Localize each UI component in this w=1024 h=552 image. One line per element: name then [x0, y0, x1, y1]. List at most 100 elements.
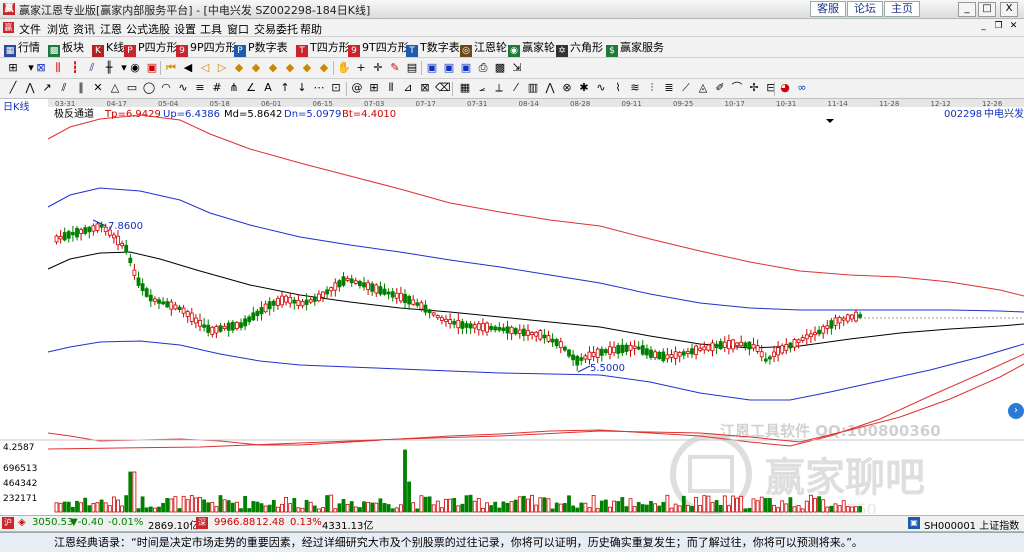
print-icon[interactable]: ⎙ — [476, 61, 490, 75]
square-tool-icon[interactable]: ⊞ — [367, 81, 381, 95]
plus-icon[interactable]: + — [354, 61, 368, 75]
menu-file[interactable]: 文件 — [19, 21, 41, 37]
nav-button-1[interactable]: ▩ 板块 — [48, 40, 84, 57]
candle-style-icon[interactable]: ⫼ — [51, 61, 65, 75]
infinity-icon[interactable]: ∞ — [795, 81, 809, 95]
pen-tool-icon[interactable]: ✐ — [713, 81, 727, 95]
line-style-icon[interactable]: ⫽ — [85, 61, 99, 75]
zigzag-tool-icon[interactable]: ⋀ — [543, 81, 557, 95]
nav-button-4[interactable]: 9 9P四方形 — [176, 40, 237, 57]
screen-3-icon[interactable]: ▣ — [459, 61, 473, 75]
rect-tool-icon[interactable]: ▭ — [125, 81, 139, 95]
homepage-link[interactable]: 主页 — [884, 1, 920, 17]
circle-indicator-icon[interactable]: ◉ — [128, 61, 142, 75]
diamond-3-icon[interactable]: ◆ — [266, 61, 280, 75]
nav-button-9[interactable]: ◎ 江恩轮 — [460, 40, 507, 57]
color-wheel-icon[interactable]: ◕ — [778, 81, 792, 95]
zoom-icon[interactable]: ⊠ — [34, 61, 48, 75]
star-tool-icon[interactable]: ✱ — [577, 81, 591, 95]
kline-type-icon[interactable]: ╫ — [102, 61, 116, 75]
triangle-tool-icon[interactable]: △ — [108, 81, 122, 95]
cross-icon[interactable]: ✛ — [371, 61, 385, 75]
close-button[interactable]: X — [1000, 2, 1018, 17]
period-menu-icon[interactable]: ⊞ — [6, 61, 20, 75]
menu-formula-select[interactable]: 公式选股 — [126, 21, 170, 37]
brush-tool-icon[interactable]: ⌒ — [730, 81, 744, 95]
mdi-restore-icon[interactable]: ❐ — [993, 21, 1004, 32]
gann-angle-tool-icon[interactable]: ⦟ — [475, 81, 489, 95]
forum-link[interactable]: 论坛 — [847, 1, 883, 17]
header-dropdown-icon[interactable] — [826, 119, 834, 123]
bar-style-icon[interactable]: ┇ — [68, 61, 82, 75]
level-tool-icon[interactable]: ≣ — [662, 81, 676, 95]
export-icon[interactable]: ⇲ — [510, 61, 524, 75]
diamond-6-icon[interactable]: ◆ — [317, 61, 331, 75]
kline-chart-svg[interactable]: 03-31 04-17 05-04 05-18 06-01 06-15 07-03 07-17… — [0, 99, 1024, 514]
menu-tools[interactable]: 工具 — [200, 21, 222, 37]
angle-tool-icon[interactable]: ∠ — [244, 81, 258, 95]
nav-button-0[interactable]: ▦ 行情 — [4, 40, 40, 57]
up-arrow-tool-icon[interactable]: ↑ — [278, 81, 292, 95]
menu-trade[interactable]: 交易委托 — [254, 21, 298, 37]
arc-tool-icon[interactable]: ◠ — [159, 81, 173, 95]
mdi-minimize-icon[interactable]: _ — [978, 21, 989, 32]
menu-gann[interactable]: 江恩 — [100, 21, 122, 37]
gann-box-tool-icon[interactable]: ⊠ — [418, 81, 432, 95]
fan-tool-icon[interactable]: ⋀ — [23, 81, 37, 95]
diamond-2-icon[interactable]: ◆ — [249, 61, 263, 75]
right-index-label[interactable]: SH000001 上证指数 — [924, 517, 1019, 532]
nav-button-2[interactable]: K K线 — [92, 40, 124, 57]
nav-button-10[interactable]: ◉ 赢家轮 — [508, 40, 555, 57]
diamond-4-icon[interactable]: ◆ — [283, 61, 297, 75]
fib-tool-icon[interactable]: ≡ — [193, 81, 207, 95]
nav-button-3[interactable]: P P四方形 — [124, 40, 178, 57]
line-tool-icon[interactable]: ╱ — [6, 81, 20, 95]
kline-chart-area[interactable]: 03-31 04-17 05-04 05-18 06-01 06-15 07-03 07-17… — [0, 99, 1024, 514]
parallel-tool-icon[interactable]: ∥ — [74, 81, 88, 95]
down-arrow-tool-icon[interactable]: ↓ — [295, 81, 309, 95]
gann-square-tool-icon[interactable]: ▦ — [458, 81, 472, 95]
lock-tool-icon[interactable]: ⊟ — [764, 81, 778, 95]
diamond-5-icon[interactable]: ◆ — [300, 61, 314, 75]
forward-icon[interactable]: ▷ — [215, 61, 229, 75]
erase-tool-icon[interactable]: ⌫ — [435, 81, 451, 95]
save-icon[interactable]: ▩ — [493, 61, 507, 75]
cycle-tool-icon[interactable]: ⋯ — [312, 81, 326, 95]
diagonal-tool-icon[interactable]: ⟋ — [679, 81, 693, 95]
diamond-1-icon[interactable]: ◆ — [232, 61, 246, 75]
back-icon[interactable]: ◁ — [198, 61, 212, 75]
cross-zoom-tool-icon[interactable]: ⊗ — [560, 81, 574, 95]
hand-icon[interactable]: ✋ — [337, 61, 351, 75]
screen-1-icon[interactable]: ▣ — [425, 61, 439, 75]
prev-page-icon[interactable]: ◀ — [181, 61, 195, 75]
nav-button-8[interactable]: T T数字表 — [406, 40, 460, 57]
nav-button-6[interactable]: T T四方形 — [296, 40, 350, 57]
flag-icon[interactable]: ▣ — [145, 61, 159, 75]
text-tool-icon[interactable]: A — [261, 81, 275, 95]
hatch-tool-icon[interactable]: ▥ — [526, 81, 540, 95]
pivot-tool-icon[interactable]: ⟂ — [492, 81, 506, 95]
sz-index-icon[interactable]: 深 — [196, 517, 208, 529]
wave-tool-icon[interactable]: ∿ — [176, 81, 190, 95]
cross-tool-icon[interactable]: ✕ — [91, 81, 105, 95]
spiral-tool-icon[interactable]: @ — [350, 81, 364, 95]
measure-tool-icon[interactable]: ⊿ — [401, 81, 415, 95]
menu-help[interactable]: 帮助 — [300, 21, 322, 37]
sine-tool-icon[interactable]: ∿ — [594, 81, 608, 95]
menu-settings[interactable]: 设置 — [174, 21, 196, 37]
minimize-button[interactable]: _ — [958, 2, 976, 17]
maximize-button[interactable]: □ — [978, 2, 996, 17]
tri-tool-icon[interactable]: ◬ — [696, 81, 710, 95]
polyline-tool-icon[interactable]: ⌇ — [611, 81, 625, 95]
time-cycle-tool-icon[interactable]: ⫴ — [384, 81, 398, 95]
screen-2-icon[interactable]: ▣ — [442, 61, 456, 75]
crosshair-tool-icon[interactable]: ✢ — [747, 81, 761, 95]
index-selector-icon[interactable]: ▣ — [908, 517, 920, 529]
nav-button-12[interactable]: $ 赢家服务 — [606, 40, 664, 57]
nav-button-5[interactable]: P P数字表 — [234, 40, 288, 57]
ratio-tool-icon[interactable]: ⁄ — [509, 81, 523, 95]
customer-service-link[interactable]: 客服 — [810, 1, 846, 17]
circle-tool-icon[interactable]: ◯ — [142, 81, 156, 95]
gann-fan-tool-icon[interactable]: ⋔ — [227, 81, 241, 95]
split-tool-icon[interactable]: ⫶ — [645, 81, 659, 95]
